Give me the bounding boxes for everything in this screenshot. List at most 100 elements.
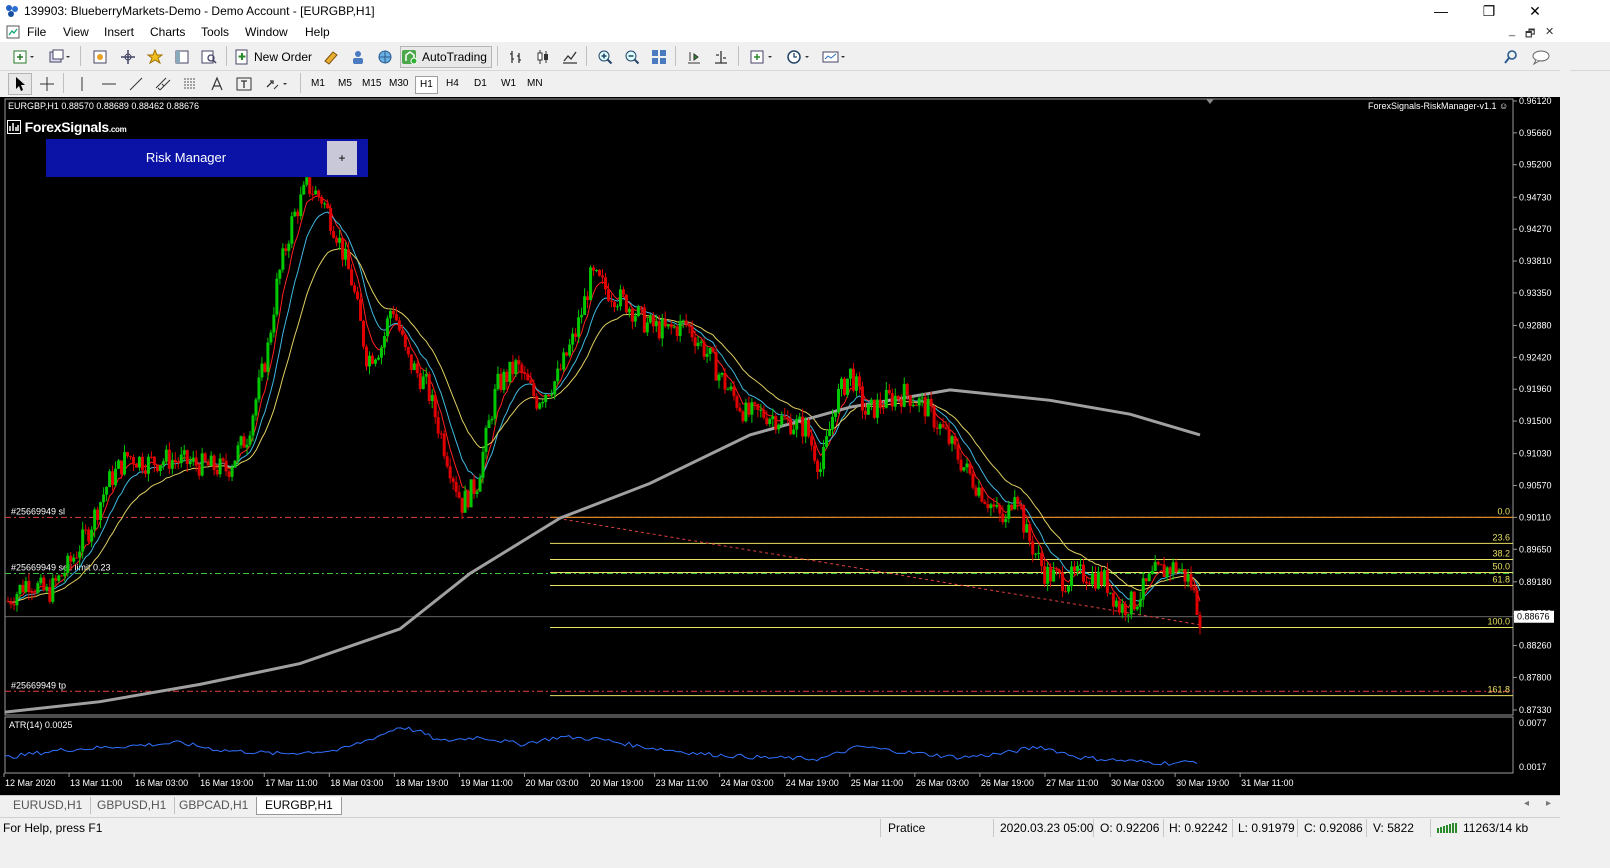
tab-eurgbp[interactable]: EURGBP,H1 bbox=[256, 797, 342, 815]
tab-eurusd[interactable]: EURUSD,H1 bbox=[5, 797, 92, 814]
candle-body bbox=[24, 581, 28, 593]
risk-manager-title[interactable]: Risk Manager bbox=[46, 139, 326, 177]
tab-gbpusd[interactable]: GBPUSD,H1 bbox=[89, 797, 176, 814]
candle-body bbox=[493, 388, 497, 419]
timeframe-h4[interactable]: H4 bbox=[442, 76, 463, 92]
maximize-button[interactable]: ❐ bbox=[1466, 0, 1512, 22]
profiles-button[interactable] bbox=[44, 46, 76, 68]
candle-body bbox=[556, 368, 560, 382]
indicators-button[interactable] bbox=[745, 46, 779, 68]
close-button[interactable]: ✕ bbox=[1512, 0, 1558, 22]
timeframe-w1[interactable]: W1 bbox=[497, 76, 520, 92]
mdi-close-button[interactable]: ✕ bbox=[1545, 25, 1554, 38]
auto-trading-label: AutoTrading bbox=[422, 50, 487, 64]
fibonacci-icon bbox=[184, 78, 196, 89]
minimize-button[interactable]: — bbox=[1418, 0, 1464, 22]
timeframe-d1[interactable]: D1 bbox=[470, 76, 491, 92]
timeframe-h1[interactable]: H1 bbox=[415, 76, 438, 94]
candle-body bbox=[418, 373, 422, 389]
candle-body bbox=[798, 416, 802, 420]
risk-manager-expand-button[interactable]: + bbox=[327, 141, 357, 175]
candle-body bbox=[1171, 562, 1175, 574]
menu-window[interactable]: Window bbox=[245, 25, 288, 39]
tab-scroll-left-icon[interactable]: ◂ bbox=[1524, 798, 1529, 809]
tab-scroll-right-icon[interactable]: ▸ bbox=[1546, 798, 1551, 809]
candle-body bbox=[609, 300, 613, 302]
candle-body bbox=[347, 249, 351, 270]
navigator-button[interactable] bbox=[143, 46, 167, 68]
candle-body bbox=[592, 267, 596, 271]
tile-windows-button[interactable] bbox=[647, 46, 671, 68]
zoom-in-button[interactable] bbox=[593, 46, 617, 68]
status-profile[interactable]: Pratice bbox=[888, 821, 925, 835]
time-label: 24 Mar 03:00 bbox=[721, 778, 774, 788]
atr-bottom-label: 0.0017 bbox=[1519, 762, 1547, 772]
crosshair-tool[interactable] bbox=[35, 73, 59, 95]
auto-trading-button[interactable]: AutoTrading bbox=[400, 46, 492, 68]
candle-body bbox=[1087, 583, 1091, 585]
meta-editor-button[interactable] bbox=[319, 46, 343, 68]
timeframe-mn[interactable]: MN bbox=[523, 76, 547, 92]
zoom-out-button[interactable] bbox=[620, 46, 644, 68]
candle-body bbox=[362, 320, 366, 347]
auto-scroll-button[interactable] bbox=[682, 46, 706, 68]
new-order-button[interactable]: New Order bbox=[233, 46, 315, 68]
chart-shift-icon bbox=[715, 51, 727, 64]
line-chart-button[interactable] bbox=[558, 46, 582, 68]
candle-body bbox=[60, 575, 64, 577]
candle-body bbox=[332, 231, 336, 238]
candle-body bbox=[475, 491, 479, 494]
signals-button[interactable] bbox=[346, 46, 370, 68]
periods-button[interactable] bbox=[782, 46, 816, 68]
search-button[interactable] bbox=[1500, 46, 1522, 68]
vertical-scrollbar[interactable] bbox=[1560, 42, 1570, 817]
chat-button[interactable] bbox=[1528, 46, 1554, 68]
text-label-tool[interactable] bbox=[232, 73, 256, 95]
price-label: 0.87800 bbox=[1519, 672, 1552, 682]
text-tool[interactable] bbox=[205, 73, 229, 95]
timeframe-m5[interactable]: M5 bbox=[334, 76, 356, 92]
candle-body bbox=[1183, 569, 1187, 582]
candle-body bbox=[1138, 599, 1142, 607]
menu-tools[interactable]: Tools bbox=[201, 25, 229, 39]
terminal-button[interactable] bbox=[170, 46, 194, 68]
timeframe-m15[interactable]: M15 bbox=[358, 76, 385, 92]
connection-bars-icon bbox=[1437, 823, 1457, 833]
strategy-tester-button[interactable] bbox=[197, 46, 221, 68]
main-toolbar: New Order AutoTrading bbox=[0, 42, 1610, 71]
mdi-minimize-button[interactable]: _ bbox=[1509, 25, 1515, 37]
trendline-tool[interactable] bbox=[124, 73, 148, 95]
menu-view[interactable]: View bbox=[63, 25, 89, 39]
fib-level-label: 23.6 bbox=[1492, 532, 1510, 542]
chart-shift-button[interactable] bbox=[709, 46, 733, 68]
market-button[interactable] bbox=[373, 46, 397, 68]
candle-body bbox=[1195, 590, 1199, 616]
price-chart[interactable]: #25669949 sl #25669949 sell limit 0.23 #25… bbox=[0, 97, 1560, 795]
candle-body bbox=[1114, 600, 1118, 607]
tab-gbpcad[interactable]: GBPCAD,H1 bbox=[171, 797, 258, 814]
menu-insert[interactable]: Insert bbox=[104, 25, 134, 39]
horizontal-line-tool[interactable] bbox=[97, 73, 121, 95]
fibonacci-tool[interactable] bbox=[178, 73, 202, 95]
menu-file[interactable]: File bbox=[27, 25, 46, 39]
cursor-tool[interactable] bbox=[8, 73, 32, 95]
arrows-tool[interactable] bbox=[260, 73, 294, 95]
candle-body bbox=[439, 433, 443, 435]
templates-button[interactable] bbox=[818, 46, 852, 68]
candlestick-button[interactable] bbox=[531, 46, 555, 68]
risk-manager-panel[interactable]: Risk Manager + bbox=[46, 139, 368, 177]
channel-tool[interactable] bbox=[151, 73, 175, 95]
timeframe-m30[interactable]: M30 bbox=[385, 76, 412, 92]
market-watch-button[interactable] bbox=[88, 46, 112, 68]
new-chart-button[interactable] bbox=[8, 46, 40, 68]
menu-charts[interactable]: Charts bbox=[150, 25, 185, 39]
data-window-button[interactable] bbox=[116, 46, 140, 68]
tools-toolbar: M1 M5 M15 M30 H1 H4 D1 W1 MN bbox=[0, 71, 1610, 97]
vertical-line-tool[interactable] bbox=[70, 73, 94, 95]
candle-body bbox=[128, 456, 132, 458]
menu-help[interactable]: Help bbox=[305, 25, 330, 39]
bar-chart-button[interactable] bbox=[504, 46, 528, 68]
candle-body bbox=[1141, 578, 1145, 600]
timeframe-m1[interactable]: M1 bbox=[307, 76, 329, 92]
chart-window[interactable]: #25669949 sl #25669949 sell limit 0.23 #25… bbox=[0, 97, 1560, 795]
